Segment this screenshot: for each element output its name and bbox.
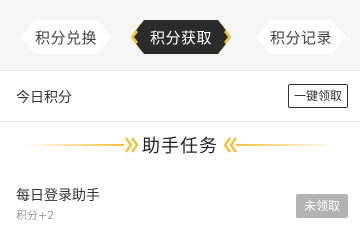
tab-label: 积分兑换 bbox=[34, 28, 97, 47]
task-reward: 积分+2 bbox=[16, 209, 55, 222]
task-title: 每日登录助手 bbox=[16, 188, 100, 204]
claim-all-button[interactable]: 一键领取 bbox=[287, 84, 348, 108]
section-title: 助手任务 bbox=[142, 136, 218, 157]
section-line-left bbox=[24, 144, 124, 146]
section-header: 助手任务 bbox=[0, 122, 360, 168]
tab-points-record[interactable]: 积分记录 bbox=[256, 20, 346, 54]
double-chevron-right-icon bbox=[125, 137, 139, 153]
tab-label: 积分获取 bbox=[149, 28, 212, 47]
task-row: 每日登录助手 积分+2 未领取 bbox=[0, 176, 360, 240]
unclaimed-button[interactable]: 未领取 bbox=[296, 194, 348, 218]
tab-points-exchange[interactable]: 积分兑换 bbox=[21, 20, 111, 54]
section-line-right bbox=[236, 144, 336, 146]
tab-bar: 积分兑换 积分获取 积分记录 bbox=[0, 0, 360, 70]
tab-points-earn[interactable]: 积分获取 bbox=[131, 20, 231, 54]
today-points-row: 今日积分 一键领取 bbox=[0, 71, 360, 121]
today-points-label: 今日积分 bbox=[16, 90, 72, 106]
double-chevron-left-icon bbox=[223, 137, 237, 153]
page: 积分兑换 积分获取 积分记录 今日积分 一键领取 助手任务 每日登录助手 积分+… bbox=[0, 0, 360, 240]
tab-label: 积分记录 bbox=[269, 28, 332, 47]
